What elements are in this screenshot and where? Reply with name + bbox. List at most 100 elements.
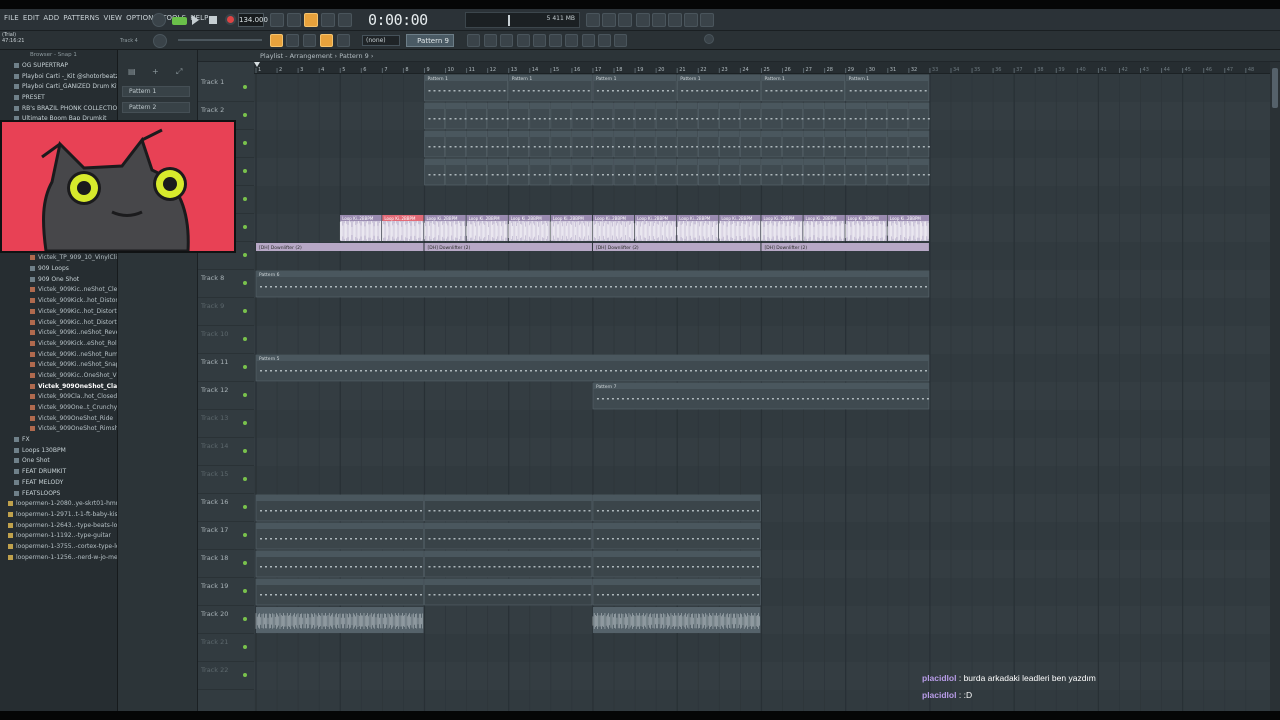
pattern-clip[interactable] [740,158,762,186]
pattern-select[interactable]: Pattern 9 [406,34,454,47]
track-header[interactable]: Track 21 [198,634,254,662]
pattern-clip[interactable] [676,130,699,158]
chat-icon[interactable] [684,13,698,27]
pattern-clip[interactable] [697,102,720,130]
pattern-clip[interactable] [592,550,761,578]
track-mute-led[interactable] [243,393,247,397]
track-mute-led[interactable] [243,281,247,285]
picker-pattern-1[interactable]: Pattern 1 [122,86,190,97]
pattern-clip[interactable] [571,102,593,130]
track-header[interactable]: Track 18 [198,550,254,578]
pattern-clip[interactable] [655,102,678,130]
pattern-clip[interactable] [887,102,909,130]
pattern-clip[interactable]: Pattern 7 [592,382,930,410]
pattern-clip[interactable] [255,494,424,522]
channel-icon[interactable] [533,34,546,47]
pattern-clip[interactable] [424,578,593,606]
browser-item[interactable]: 909 One Shot [0,275,117,286]
track-mute-led[interactable] [243,113,247,117]
browser-item[interactable]: Victek_909Ki..neShot_Rumble [0,350,117,361]
browser-item[interactable]: loopermen-1-1256..-nerd-w-jo-melody [0,553,117,564]
audio-clip[interactable]: Loop Ki..2BBPM [508,215,550,241]
pattern-clip[interactable] [466,130,488,158]
audio-clip[interactable]: [DH] Downlifter (2) [761,243,929,251]
track-mute-led[interactable] [243,673,247,677]
audio-clip[interactable]: Loop Ki..2BBPM [382,215,424,241]
stamp-icon[interactable] [337,34,350,47]
pattern-clip[interactable] [592,522,761,550]
pattern-clip[interactable] [424,102,446,130]
pattern-clip[interactable] [782,158,804,186]
wait-input-icon[interactable] [287,13,301,27]
pattern-clip[interactable] [676,102,699,130]
pattern-clip[interactable] [866,130,888,158]
pattern-clip[interactable] [592,130,614,158]
pattern-clip[interactable] [634,130,657,158]
browser-item[interactable]: Victek_909Kic..hot_Distorted2 [0,307,117,318]
audio-clip[interactable]: Loop Ki..2BBPM [339,215,382,241]
pattern-clip[interactable] [824,158,846,186]
audio-clip[interactable]: Loop Ki..2BBPM [634,215,677,241]
pencil-icon[interactable] [303,34,316,47]
track-mute-led[interactable] [243,505,247,509]
piano-roll-icon[interactable] [467,34,480,47]
pattern-clip[interactable] [655,130,678,158]
track-header[interactable]: Track 12 [198,382,254,410]
step-edit-icon[interactable] [321,13,335,27]
online-icon[interactable] [586,13,600,27]
save-icon[interactable] [652,13,666,27]
master-volume-knob[interactable] [153,34,167,48]
pattern-clip[interactable] [424,522,593,550]
audio-clip[interactable]: Loop Ki..2BBPM [845,215,887,241]
playlist-title[interactable]: Playlist - Arrangement › Pattern 9 › [198,50,1280,62]
track-mute-led[interactable] [243,589,247,593]
pattern-song-toggle[interactable] [152,13,166,27]
time-display[interactable]: 0:00:00 [368,11,440,29]
pattern-clip[interactable] [255,550,424,578]
audio-clip[interactable] [592,607,761,633]
pattern-clip[interactable] [529,102,551,130]
track-mute-led[interactable] [243,477,247,481]
browser-item[interactable]: Victek_909OneShot_Clap [0,382,117,393]
pattern-clip[interactable] [719,158,741,186]
audio-clip[interactable]: Loop Ki..2BBPM [887,215,929,241]
browser-item[interactable]: Victek_909OneShot_Ride [0,414,117,425]
track-mute-led[interactable] [243,449,247,453]
picker-pattern-2[interactable]: Pattern 2 [122,102,190,113]
pattern-clip[interactable] [824,130,846,158]
browser-item[interactable]: Victek_909Kic..OneShot_Vinyl [0,371,117,382]
pattern-clip[interactable]: Pattern 1 [508,74,593,102]
playlist-icon[interactable] [270,34,283,47]
pattern-clip[interactable]: Pattern 1 [845,74,930,102]
pattern-clip[interactable] [866,158,888,186]
track-header[interactable]: Track 15 [198,466,254,494]
mic-icon[interactable] [618,13,632,27]
menu-item-edit[interactable]: EDIT [23,14,40,22]
track-mute-led[interactable] [243,309,247,313]
pattern-clip[interactable] [445,130,467,158]
settings-icon[interactable] [704,34,714,44]
pattern-clip[interactable] [466,102,488,130]
arrow-icon[interactable] [286,34,299,47]
track-header[interactable]: Track 19 [198,578,254,606]
record-icon[interactable] [225,14,236,25]
pattern-clip[interactable] [782,130,804,158]
pattern-clip[interactable] [592,158,614,186]
pattern-clip[interactable] [255,578,424,606]
pattern-clip[interactable] [697,130,720,158]
track-mute-led[interactable] [243,225,247,229]
pattern-clip[interactable] [887,130,909,158]
pattern-clip[interactable] [655,158,678,186]
pattern-clip[interactable] [740,102,762,130]
audio-clip[interactable]: Loop Ki..2BBPM [466,215,508,241]
pattern-clip[interactable] [634,102,657,130]
stop-icon[interactable] [209,16,217,24]
browser-item[interactable]: One Shot [0,456,117,467]
pattern-clip[interactable] [592,578,761,606]
vertical-scrollbar[interactable] [1270,62,1280,711]
pattern-clip[interactable] [550,158,572,186]
track-mute-led[interactable] [243,169,247,173]
snap-select[interactable]: (none) [362,35,400,46]
picker-resize-icon[interactable]: ⤢ [176,68,188,77]
pattern-clip[interactable] [487,158,509,186]
